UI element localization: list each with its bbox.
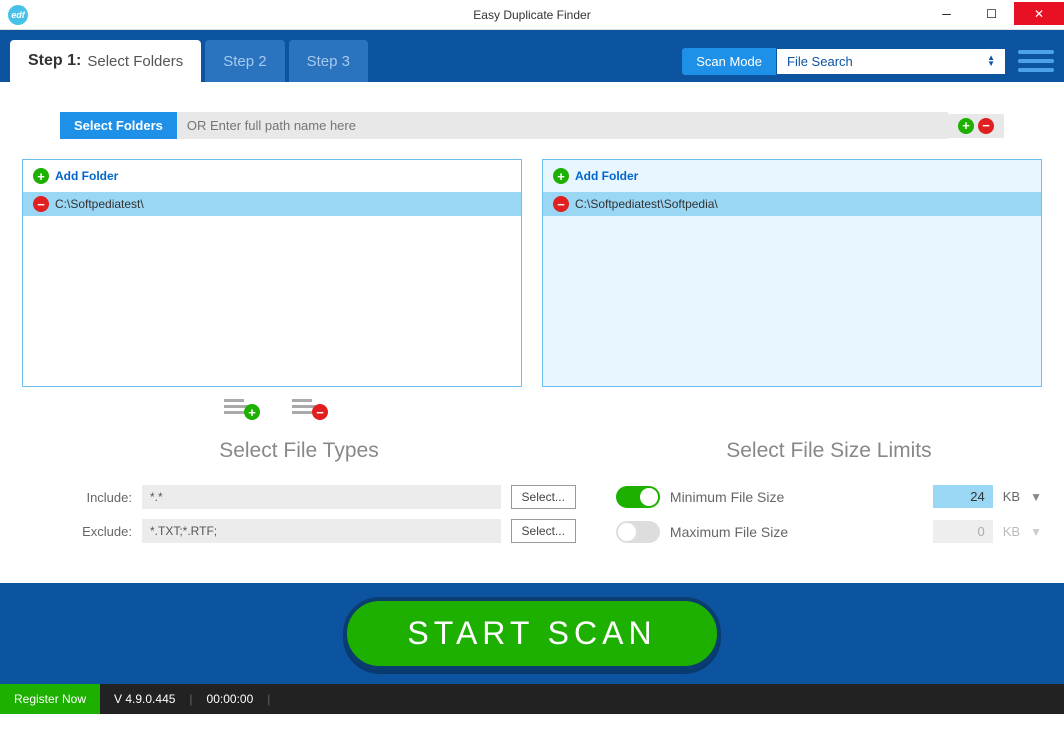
path-icons: + − [948, 114, 1004, 138]
add-folder-label: Add Folder [55, 169, 118, 183]
min-size-unit: KB [1003, 489, 1020, 504]
path-bar: Select Folders + − [60, 112, 1004, 139]
plus-icon: + [33, 168, 49, 184]
register-button[interactable]: Register Now [0, 684, 100, 714]
close-button[interactable]: ✕ [1014, 2, 1064, 25]
step1-name: Select Folders [87, 53, 183, 70]
menu-button[interactable] [1018, 46, 1054, 76]
maximize-button[interactable]: ☐ [969, 4, 1014, 24]
add-folder-right[interactable]: + Add Folder [543, 160, 1041, 192]
list-action-icons: + − [10, 399, 1054, 414]
min-size-value[interactable]: 24 [933, 485, 993, 508]
exclude-row: Exclude: Select... [22, 519, 576, 543]
titlebar: edf Easy Duplicate Finder ─ ☐ ✕ [0, 0, 1064, 30]
app-icon: edf [8, 5, 28, 25]
minimize-button[interactable]: ─ [924, 4, 969, 24]
include-panel: + Add Folder − C:\Softpediatest\ [22, 159, 522, 387]
remove-list-button[interactable]: − [292, 399, 320, 414]
tab-step3[interactable]: Step 3 [289, 40, 368, 82]
minus-icon[interactable]: − [553, 196, 569, 212]
content-area: Select Folders + − + Add Folder − C:\Sof… [0, 112, 1064, 555]
footer: Register Now V 4.9.0.445 | 00:00:00 | [0, 684, 1064, 714]
max-size-unit: KB [1003, 524, 1020, 539]
exclude-panel: + Add Folder − C:\Softpediatest\Softpedi… [542, 159, 1042, 387]
min-size-label: Minimum File Size [670, 489, 923, 505]
add-path-icon[interactable]: + [958, 118, 974, 134]
include-input[interactable] [142, 485, 501, 509]
max-size-row: Maximum File Size 0 KB ▼ [616, 520, 1042, 543]
select-arrows-icon: ▲▼ [987, 55, 995, 67]
add-folder-label: Add Folder [575, 169, 638, 183]
bottom-sections: Select File Types Include: Select... Exc… [10, 439, 1054, 555]
folder-path: C:\Softpediatest\Softpedia\ [575, 197, 718, 211]
filesize-title: Select File Size Limits [616, 439, 1042, 463]
scan-mode-select[interactable]: File Search ▲▼ [776, 48, 1006, 75]
scan-mode-value: File Search [787, 54, 853, 69]
exclude-label: Exclude: [72, 524, 132, 539]
filesize-section: Select File Size Limits Minimum File Siz… [616, 439, 1042, 555]
folder-row[interactable]: − C:\Softpediatest\ [23, 192, 521, 216]
plus-badge-icon: + [244, 404, 260, 420]
include-label: Include: [72, 490, 132, 505]
plus-icon: + [553, 168, 569, 184]
minus-badge-icon: − [312, 404, 328, 420]
min-size-row: Minimum File Size 24 KB ▼ [616, 485, 1042, 508]
tab-step2[interactable]: Step 2 [205, 40, 284, 82]
filetype-section: Select File Types Include: Select... Exc… [22, 439, 576, 555]
add-list-button[interactable]: + [224, 399, 252, 414]
timer-text: 00:00:00 [193, 692, 268, 706]
include-select-button[interactable]: Select... [511, 485, 576, 509]
folder-panels: + Add Folder − C:\Softpediatest\ + Add F… [10, 159, 1054, 387]
exclude-select-button[interactable]: Select... [511, 519, 576, 543]
max-size-toggle[interactable] [616, 521, 660, 543]
select-folders-button[interactable]: Select Folders [60, 112, 177, 139]
scan-area: START SCAN [0, 583, 1064, 684]
scan-mode-label: Scan Mode [682, 48, 776, 75]
version-text: V 4.9.0.445 [100, 692, 189, 706]
path-input[interactable] [177, 112, 948, 139]
folder-path: C:\Softpediatest\ [55, 197, 144, 211]
max-size-label: Maximum File Size [670, 524, 923, 540]
exclude-input[interactable] [142, 519, 501, 543]
folder-row[interactable]: − C:\Softpediatest\Softpedia\ [543, 192, 1041, 216]
minus-icon[interactable]: − [33, 196, 49, 212]
step1-label: Step 1: [28, 52, 81, 70]
separator: | [267, 692, 270, 706]
max-size-dropdown-icon[interactable]: ▼ [1030, 525, 1042, 539]
tab-step1[interactable]: Step 1: Select Folders [10, 40, 201, 82]
filetype-title: Select File Types [22, 439, 576, 463]
header-bar: Step 1: Select Folders Step 2 Step 3 Sca… [0, 30, 1064, 82]
window-title: Easy Duplicate Finder [473, 8, 590, 22]
remove-path-icon[interactable]: − [978, 118, 994, 134]
add-folder-left[interactable]: + Add Folder [23, 160, 521, 192]
max-size-value[interactable]: 0 [933, 520, 993, 543]
min-size-toggle[interactable] [616, 486, 660, 508]
window-controls: ─ ☐ ✕ [924, 4, 1064, 25]
start-scan-button[interactable]: START SCAN [343, 597, 720, 670]
include-row: Include: Select... [22, 485, 576, 509]
min-size-dropdown-icon[interactable]: ▼ [1030, 490, 1042, 504]
